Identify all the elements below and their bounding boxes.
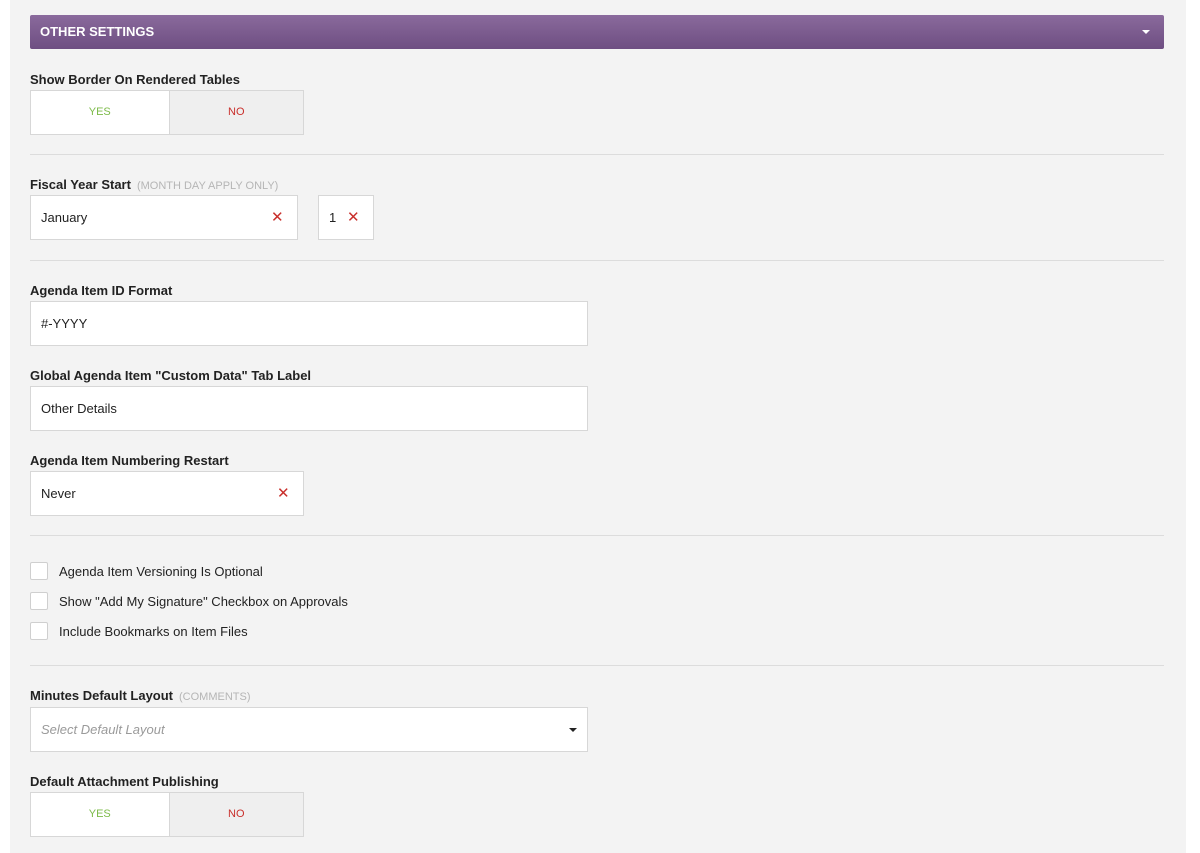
fiscal-year-hint: (MONTH DAY APPLY ONLY) — [136, 180, 279, 192]
fiscal-year-label-text: Fiscal Year Start — [30, 177, 131, 192]
attachment-publishing-yes-button[interactable]: YES — [31, 793, 170, 836]
divider — [30, 535, 1164, 536]
show-border-label: Show Border On Rendered Tables — [30, 72, 240, 87]
minutes-layout-placeholder: Select Default Layout — [41, 722, 165, 737]
clear-restart-icon[interactable]: ✕ — [277, 472, 290, 515]
clear-day-icon[interactable]: ✕ — [347, 196, 360, 239]
add-signature-label: Show "Add My Signature" Checkbox on Appr… — [59, 593, 348, 609]
minutes-layout-label-text: Minutes Default Layout — [30, 688, 174, 703]
divider — [30, 665, 1164, 666]
divider — [30, 154, 1164, 155]
caret-down-icon[interactable] — [1142, 30, 1150, 34]
minutes-layout-hint: (COMMENTS) — [179, 691, 251, 703]
id-format-label: Agenda Item ID Format — [30, 283, 173, 298]
show-border-yes-button[interactable]: YES — [31, 91, 170, 134]
versioning-optional-label: Agenda Item Versioning Is Optional — [59, 563, 263, 579]
numbering-restart-label: Agenda Item Numbering Restart — [30, 453, 229, 468]
numbering-restart-value: Never — [41, 486, 76, 501]
fiscal-day-value: 1 — [329, 210, 337, 225]
divider — [30, 260, 1164, 261]
include-bookmarks-checkbox-row[interactable]: Include Bookmarks on Item Files — [30, 621, 248, 641]
add-signature-checkbox[interactable] — [30, 592, 48, 610]
id-format-input[interactable]: #-YYYY — [30, 301, 588, 346]
minutes-layout-label: Minutes Default Layout (COMMENTS) — [30, 688, 251, 703]
include-bookmarks-label: Include Bookmarks on Item Files — [59, 623, 248, 639]
add-signature-checkbox-row[interactable]: Show "Add My Signature" Checkbox on Appr… — [30, 591, 348, 611]
include-bookmarks-checkbox[interactable] — [30, 622, 48, 640]
fiscal-day-select[interactable]: 1 ✕ — [318, 195, 374, 240]
minutes-layout-select[interactable]: Select Default Layout — [30, 707, 588, 752]
chevron-down-icon[interactable] — [569, 728, 577, 732]
custom-tab-label: Global Agenda Item "Custom Data" Tab Lab… — [30, 368, 312, 383]
fiscal-month-select[interactable]: January ✕ — [30, 195, 298, 240]
clear-month-icon[interactable]: ✕ — [271, 196, 284, 239]
show-border-no-button[interactable]: NO — [170, 91, 304, 134]
numbering-restart-select[interactable]: Never ✕ — [30, 471, 304, 516]
custom-tab-input[interactable]: Other Details — [30, 386, 588, 431]
section-header-other-settings[interactable]: OTHER SETTINGS — [30, 15, 1164, 49]
show-border-toggle[interactable]: YES NO — [30, 90, 304, 135]
attachment-publishing-label: Default Attachment Publishing — [30, 774, 219, 789]
fiscal-month-value: January — [41, 210, 88, 225]
fiscal-year-label: Fiscal Year Start (MONTH DAY APPLY ONLY) — [30, 177, 278, 192]
section-title: OTHER SETTINGS — [40, 24, 155, 39]
versioning-optional-checkbox-row[interactable]: Agenda Item Versioning Is Optional — [30, 561, 263, 581]
attachment-publishing-toggle[interactable]: YES NO — [30, 792, 304, 837]
attachment-publishing-no-button[interactable]: NO — [170, 793, 304, 836]
versioning-optional-checkbox[interactable] — [30, 562, 48, 580]
